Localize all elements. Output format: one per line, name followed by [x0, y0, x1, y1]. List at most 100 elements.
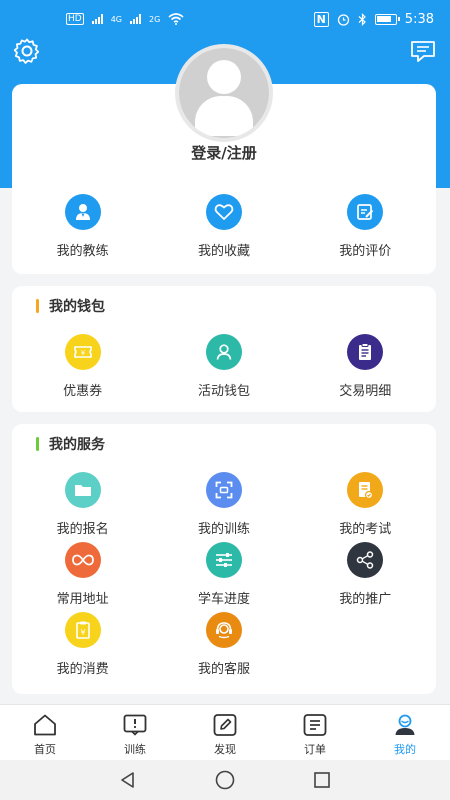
signal-icon-2: [130, 14, 141, 24]
service-item-label: 我的报名: [56, 522, 109, 537]
document-icon: [347, 472, 384, 508]
share-icon: [347, 542, 384, 578]
avatar-body: [195, 96, 253, 136]
alarm-icon: [337, 14, 349, 26]
wallet-item-label: 交易明细: [339, 384, 392, 399]
home-icon: [34, 714, 56, 736]
services-row-3: ¥ 我的消费 我的客服: [12, 612, 436, 677]
pencil-icon: [213, 714, 237, 736]
services-title-text: 我的服务: [49, 437, 105, 453]
avatar-head: [207, 60, 241, 94]
recent-apps-icon[interactable]: [312, 770, 332, 790]
nav-item-training[interactable]: 训练: [90, 705, 180, 760]
heart-icon: [205, 194, 242, 230]
network-badge-4g: 4G: [110, 14, 122, 24]
profile-icon: [395, 714, 415, 735]
nav-label: 订单: [304, 743, 326, 756]
sliders-icon: [205, 542, 242, 578]
wallet-item-label: 活动钱包: [197, 384, 250, 399]
nav-label: 我的: [394, 743, 416, 756]
infinity-icon: [64, 542, 101, 578]
book-icon: [123, 714, 147, 736]
nav-item-mine[interactable]: 我的: [360, 705, 450, 760]
service-item-my-exam[interactable]: 我的考试: [295, 472, 436, 537]
back-icon[interactable]: [118, 770, 138, 790]
service-item-my-training[interactable]: 我的训练: [153, 472, 294, 537]
service-item-driving-progress[interactable]: 学车进度: [153, 542, 294, 607]
wallet-item-activity-wallet[interactable]: 活动钱包: [153, 334, 294, 399]
quick-link-label: 我的评价: [339, 244, 392, 259]
wallet-accent-bar: [36, 299, 39, 313]
services-row-1: 我的报名 我的训练 我的考试: [12, 472, 436, 537]
nfc-icon: N: [313, 12, 329, 27]
coupon-icon: ¥: [64, 334, 101, 370]
coach-icon: [64, 194, 101, 230]
bluetooth-icon: [358, 13, 366, 26]
headset-icon: [205, 612, 242, 648]
service-item-label: 学车进度: [197, 592, 250, 607]
signal-icon: [91, 14, 103, 24]
gear-icon: [13, 38, 40, 64]
receipt-icon: ¥: [64, 612, 101, 648]
service-item-common-addresses[interactable]: 常用地址: [12, 542, 153, 607]
svg-text:¥: ¥: [80, 628, 85, 637]
service-item-label: 我的客服: [197, 662, 250, 677]
wallet-item-transactions[interactable]: 交易明细: [295, 334, 436, 399]
order-icon: [303, 714, 327, 736]
nav-item-orders[interactable]: 订单: [270, 705, 360, 760]
clipboard-icon: [347, 334, 384, 370]
clock: 5:38: [404, 12, 434, 27]
wallet-item-coupons[interactable]: ¥ 优惠券: [12, 334, 153, 399]
service-item-my-consumption[interactable]: ¥ 我的消费: [12, 612, 153, 677]
services-card: 我的服务 我的报名 我的训练 我的考试 常用地址 学车进度 我的推广 ¥ 我的消…: [12, 424, 436, 694]
status-bar: HD 4G 2G N 5:38: [0, 0, 450, 40]
service-item-label: 我的推广: [339, 592, 392, 607]
service-item-label: 我的消费: [56, 662, 109, 677]
svg-text:¥: ¥: [80, 349, 85, 357]
service-item-my-registration[interactable]: 我的报名: [12, 472, 153, 537]
service-item-customer-service[interactable]: 我的客服: [153, 612, 294, 677]
nav-label: 发现: [214, 743, 236, 756]
battery-icon: [374, 14, 400, 25]
wallet-item-label: 优惠券: [63, 384, 103, 399]
nav-item-home[interactable]: 首页: [0, 705, 90, 760]
wallet-title: 我的钱包: [36, 296, 105, 316]
nav-label: 训练: [124, 743, 146, 756]
service-item-my-promotion[interactable]: 我的推广: [295, 542, 436, 607]
service-item-label: 我的考试: [339, 522, 392, 537]
quick-link-my-reviews[interactable]: 我的评价: [295, 194, 436, 259]
message-icon: [411, 41, 435, 62]
bottom-nav: 首页 训练 发现 订单 我的: [0, 704, 450, 760]
quick-link-label: 我的收藏: [197, 244, 250, 259]
nav-item-discover[interactable]: 发现: [180, 705, 270, 760]
status-right: N 5:38: [313, 12, 434, 27]
message-button[interactable]: [408, 36, 438, 66]
wallet-items: ¥ 优惠券 活动钱包 交易明细: [12, 334, 436, 399]
services-title: 我的服务: [36, 434, 105, 454]
user-icon: [205, 334, 242, 370]
system-nav-bar: [0, 760, 450, 800]
status-left: HD 4G 2G: [66, 13, 184, 25]
wallet-card: 我的钱包 ¥ 优惠券 活动钱包 交易明细: [12, 286, 436, 412]
quick-link-my-coach[interactable]: 我的教练: [12, 194, 153, 259]
avatar-placeholder: [179, 48, 269, 138]
quick-link-my-favorites[interactable]: 我的收藏: [153, 194, 294, 259]
folder-icon: [64, 472, 101, 508]
settings-button[interactable]: [12, 36, 42, 66]
service-item-label: 常用地址: [56, 592, 109, 607]
quick-link-label: 我的教练: [56, 244, 109, 259]
service-item-empty: [295, 612, 436, 677]
hd-badge: HD: [66, 13, 84, 25]
wallet-title-text: 我的钱包: [49, 299, 105, 315]
login-register-link[interactable]: 登录/注册: [12, 142, 436, 163]
services-row-2: 常用地址 学车进度 我的推广: [12, 542, 436, 607]
network-badge-2g: 2G: [149, 14, 161, 24]
services-accent-bar: [36, 437, 39, 451]
nav-label: 首页: [34, 743, 56, 756]
home-circle-icon[interactable]: [214, 769, 236, 791]
quick-links: 我的教练 我的收藏 我的评价: [12, 194, 436, 259]
edit-icon: [347, 194, 384, 230]
service-item-label: 我的训练: [197, 522, 250, 537]
scan-icon: [205, 472, 242, 508]
avatar[interactable]: [175, 44, 273, 142]
